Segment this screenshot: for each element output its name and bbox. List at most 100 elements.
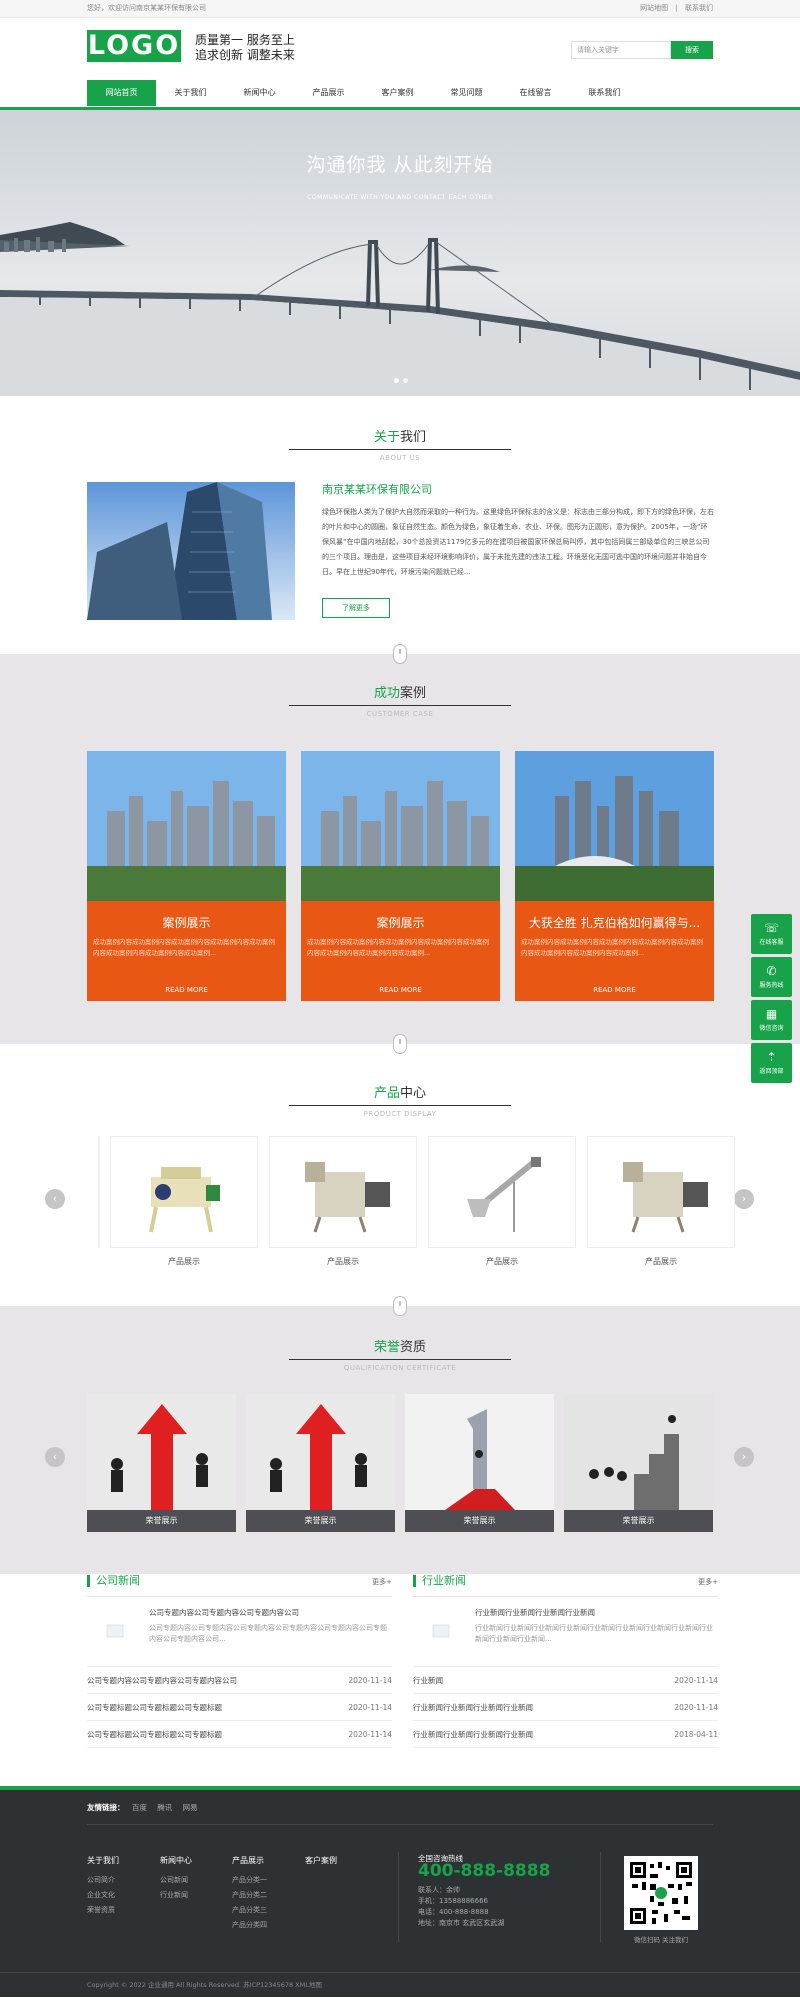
product-card[interactable]: 产品展示 [110, 1136, 258, 1267]
footer-link[interactable]: 产品分类一 [232, 1873, 267, 1888]
search-bar: 请输入关键字 搜索 [571, 41, 713, 59]
footer-link[interactable]: 产品分类二 [232, 1888, 267, 1903]
about-image [87, 482, 295, 620]
company-news: 公司新闻 更多+ 公司专题内容公司专题内容公司专题内容公司 公司专题内容公司专题… [87, 1575, 392, 1748]
honor-card[interactable]: 荣誉展示 [564, 1394, 713, 1532]
news-row[interactable]: 公司专题内容公司专题内容公司专题内容公司 2020-11-14 [87, 1667, 392, 1694]
next-arrow-icon[interactable]: › [734, 1447, 754, 1467]
news-row-title[interactable]: 行业新闻行业新闻行业新闻行业新闻 [413, 1703, 533, 1712]
nav-about[interactable]: 关于我们 [156, 80, 225, 106]
footer-col-title[interactable]: 关于我们 [87, 1853, 119, 1868]
featured-news-title[interactable]: 公司专题内容公司专题内容公司专题内容公司 [149, 1607, 299, 1618]
honor-card[interactable]: 荣誉展示 [87, 1394, 236, 1532]
case-title: 大获全胜 扎克伯格如何赢得与... [528, 916, 701, 930]
phone-icon: ✆ [766, 964, 777, 978]
prev-arrow-icon[interactable]: ‹ [45, 1189, 65, 1209]
friend-links: 友情链接： 百度 腾讯 网易 [87, 1802, 206, 1813]
nav-cases[interactable]: 客户案例 [363, 80, 432, 106]
friend-links-label: 友情链接： [87, 1803, 125, 1812]
title-divider [289, 1359, 511, 1360]
nav-products[interactable]: 产品展示 [294, 80, 363, 106]
title-divider [289, 1105, 511, 1106]
friend-link[interactable]: 百度 [132, 1803, 147, 1812]
product-card[interactable]: 产品展示 [269, 1136, 417, 1267]
side-label: 在线客服 [759, 939, 784, 946]
search-input[interactable]: 请输入关键字 [571, 41, 671, 59]
footer-link[interactable]: 产品分类三 [232, 1903, 267, 1918]
news-row[interactable]: 行业新闻 2020-11-14 [413, 1667, 718, 1694]
side-hotline[interactable]: ✆ 服务热线 [751, 957, 792, 997]
honor-caption: 荣誉展示 [405, 1510, 554, 1532]
friend-link[interactable]: 腾讯 [157, 1803, 172, 1812]
news-row-title[interactable]: 公司专题标题公司专题标题公司专题标题 [87, 1703, 222, 1712]
footer-link[interactable]: 荣誉资质 [87, 1903, 119, 1918]
product-card[interactable]: 产品展示 [428, 1136, 576, 1267]
search-button[interactable]: 搜索 [671, 41, 713, 59]
footer-col-title[interactable]: 新闻中心 [160, 1853, 192, 1868]
side-wechat[interactable]: ▦ 微信咨询 [751, 1000, 792, 1040]
product-image [110, 1136, 258, 1248]
contact-link[interactable]: 联系我们 [685, 4, 713, 12]
side-online-service[interactable]: ☏ 在线客服 [751, 914, 792, 954]
chat-icon: ☏ [763, 921, 779, 935]
footer-link[interactable]: 公司新闻 [160, 1873, 192, 1888]
logo[interactable]: LOGO [87, 30, 181, 62]
read-more-link[interactable]: READ MORE [301, 986, 500, 994]
products-section: 产品中心 PRODUCT DISPLAY ‹ › 产品展示 产品展示 产品展示 … [0, 1034, 800, 1306]
more-link[interactable]: 更多+ [698, 1577, 718, 1587]
banner-dot-1[interactable] [394, 378, 399, 383]
footer-link[interactable]: 产品分类四 [232, 1918, 267, 1933]
more-link[interactable]: 更多+ [372, 1577, 392, 1587]
news-title: 公司新闻 [87, 1575, 392, 1587]
nav-news[interactable]: 新闻中心 [225, 80, 294, 106]
nav-contact[interactable]: 联系我们 [570, 80, 639, 106]
footer-col-title[interactable]: 产品展示 [232, 1853, 267, 1868]
case-title: 案例展示 [162, 916, 211, 930]
product-card[interactable]: 产品展示 [587, 1136, 735, 1267]
case-card[interactable]: 案例展示 成功案例内容成功案例内容成功案例内容成功案例内容成功案例内容成功案例内… [87, 751, 286, 1001]
nav-faq[interactable]: 常见问题 [432, 80, 501, 106]
side-back-to-top[interactable]: ⇡ 返回顶部 [751, 1043, 792, 1083]
footer-col-about: 关于我们 公司简介 企业文化 荣誉资质 [87, 1853, 119, 1918]
footer-link[interactable]: 公司简介 [87, 1873, 119, 1888]
qr-caption: 微信扫码 关注我们 [633, 1936, 689, 1944]
news-row[interactable]: 行业新闻行业新闻行业新闻行业新闻 2018-04-11 [413, 1721, 718, 1748]
featured-news[interactable]: 行业新闻行业新闻行业新闻行业新闻 行业新闻行业新闻行业新闻行业新闻行业新闻行业新… [413, 1597, 718, 1667]
sitemap-link[interactable]: 网站地图 [640, 4, 668, 12]
case-card[interactable]: 大获全胜 扎克伯格如何赢得与... 成功案例内容成功案例内容成功案例内容成功案例… [515, 751, 714, 1001]
featured-news[interactable]: 公司专题内容公司专题内容公司专题内容公司 公司专题内容公司专题内容公司专题内容公… [87, 1597, 392, 1667]
honors-title-green: 荣誉 [373, 1340, 400, 1355]
news-row-title[interactable]: 行业新闻 [413, 1676, 443, 1685]
about-company-name[interactable]: 南京某某环保有限公司 [322, 481, 432, 497]
honor-card[interactable]: 荣誉展示 [405, 1394, 554, 1532]
next-arrow-icon[interactable]: › [734, 1189, 754, 1209]
news-row[interactable]: 公司专题标题公司专题标题公司专题标题 2020-11-14 [87, 1721, 392, 1748]
news-row-title[interactable]: 公司专题内容公司专题内容公司专题内容公司 [87, 1676, 237, 1685]
news-row-date: 2020-11-14 [348, 1703, 392, 1712]
case-image [301, 751, 500, 901]
read-more-link[interactable]: READ MORE [87, 986, 286, 994]
case-card[interactable]: 案例展示 成功案例内容成功案例内容成功案例内容成功案例内容成功案例内容成功案例内… [301, 751, 500, 1001]
nav-message[interactable]: 在线留言 [501, 80, 570, 106]
footer-link[interactable]: 企业文化 [87, 1888, 119, 1903]
prev-arrow-icon[interactable]: ‹ [45, 1447, 65, 1467]
footer-accent-line [0, 1786, 800, 1790]
footer-link[interactable]: 行业新闻 [160, 1888, 192, 1903]
nav-home[interactable]: 网站首页 [87, 80, 156, 106]
case-desc: 成功案例内容成功案例内容成功案例内容成功案例内容成功案例内容成功案例内容成功案例… [93, 938, 275, 957]
top-separator: | [675, 4, 678, 12]
featured-news-title[interactable]: 行业新闻行业新闻行业新闻行业新闻 [475, 1607, 595, 1618]
news-thumb-icon [106, 1624, 124, 1638]
honors-section: 荣誉资质 QUALIFICATION CERTIFICATE ‹ › 荣誉展示 … [0, 1296, 800, 1574]
footer-col-title[interactable]: 客户案例 [305, 1853, 337, 1868]
scroll-mouse-icon [393, 1034, 407, 1054]
news-row-title[interactable]: 公司专题标题公司专题标题公司专题标题 [87, 1730, 222, 1739]
news-row[interactable]: 公司专题标题公司专题标题公司专题标题 2020-11-14 [87, 1694, 392, 1721]
honor-card[interactable]: 荣誉展示 [246, 1394, 395, 1532]
read-more-link[interactable]: READ MORE [515, 986, 714, 994]
news-row[interactable]: 行业新闻行业新闻行业新闻行业新闻 2020-11-14 [413, 1694, 718, 1721]
learn-more-button[interactable]: 了解更多 [322, 598, 390, 618]
banner-dot-2[interactable] [403, 378, 408, 383]
news-row-title[interactable]: 行业新闻行业新闻行业新闻行业新闻 [413, 1730, 533, 1739]
friend-link[interactable]: 网易 [183, 1803, 198, 1812]
